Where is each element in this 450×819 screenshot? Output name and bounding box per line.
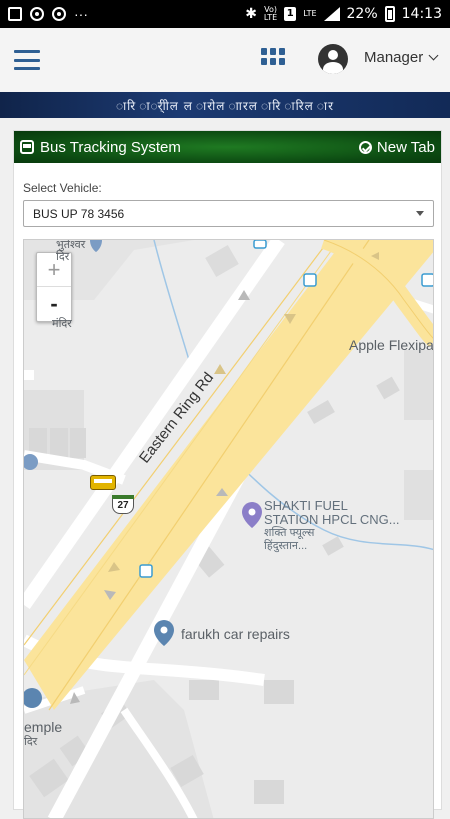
bus-icon (20, 140, 34, 154)
temple-bottom-line2: दिर (24, 736, 38, 748)
vehicle-select-value: BUS UP 78 3456 (33, 206, 125, 221)
vehicle-select-label: Select Vehicle: (23, 181, 102, 195)
banner-text: ारि ार्ीोल ल ारोल ाारल ारि ारिल ार (115, 98, 335, 113)
chevron-down-icon (428, 50, 439, 61)
dropdown-arrow-icon (416, 211, 424, 216)
new-tab-label: New Tab (376, 138, 435, 156)
user-menu-label: Manager (364, 49, 424, 66)
place-label-temple-bottom[interactable]: emple दिर (24, 720, 62, 750)
image-icon (8, 7, 22, 21)
more-dots-icon: ··· (74, 6, 88, 22)
signal-icon (323, 7, 340, 21)
user-menu[interactable]: Manager (364, 49, 439, 66)
lte-label: LTE (263, 13, 278, 22)
fuel-line4: हिंदुस्तान... (264, 540, 308, 552)
check-circle-icon (358, 140, 372, 154)
map-view[interactable]: + - भुतेश्वर दिर मंदिर Apple Flexipa Eas… (23, 239, 434, 819)
apps-grid-icon[interactable] (261, 48, 285, 66)
place-label-temple-mid: मंदिर (52, 318, 72, 330)
vehicle-select[interactable]: BUS UP 78 3456 (23, 200, 434, 227)
battery-percent: 22% (346, 6, 378, 22)
menu-icon[interactable] (14, 50, 40, 70)
bluetooth-icon: ✱ (245, 6, 257, 22)
app-header: Manager (0, 28, 450, 92)
clock: 14:13 (401, 6, 442, 22)
lte-signal-label: LTE (303, 9, 317, 18)
fuel-line2: STATION HPCL CNG... (264, 512, 400, 527)
status-bar: ··· ✱ Vo) LTE 1 LTE 22% 14:13 (0, 0, 450, 28)
new-tab-button[interactable]: New Tab (358, 138, 435, 156)
panel-header: Bus Tracking System New Tab (14, 131, 441, 163)
temple-top-line2: दिर (56, 251, 70, 263)
route-shield-icon: 27 (112, 495, 134, 514)
site-banner: ारि ार्ीोल ल ारोल ाारल ारि ारिल ार (0, 92, 450, 118)
temple-top-line1: भुतेश्वर (56, 239, 86, 251)
media-icon (52, 7, 66, 21)
media-icon (30, 7, 44, 21)
panel-title: Bus Tracking System (40, 138, 181, 156)
place-label-temple-top: भुतेश्वर दिर (56, 239, 86, 263)
fuel-line3: शक्ति फ्यूल्स (264, 527, 315, 539)
bus-tracking-panel: Bus Tracking System New Tab Select Vehic… (13, 130, 442, 819)
temple-bottom-line1: emple (24, 719, 63, 735)
place-label-car-repairs[interactable]: farukh car repairs (181, 626, 290, 642)
place-label-apple[interactable]: Apple Flexipa (349, 337, 433, 353)
battery-icon (384, 6, 395, 22)
bus-marker-icon[interactable] (90, 475, 116, 490)
sim-icon: 1 (284, 7, 297, 21)
fuel-line1: SHAKTI FUEL (264, 498, 348, 513)
place-label-fuel-station[interactable]: SHAKTI FUEL STATION HPCL CNG... शक्ति फ्… (264, 499, 400, 553)
avatar[interactable] (318, 44, 348, 74)
